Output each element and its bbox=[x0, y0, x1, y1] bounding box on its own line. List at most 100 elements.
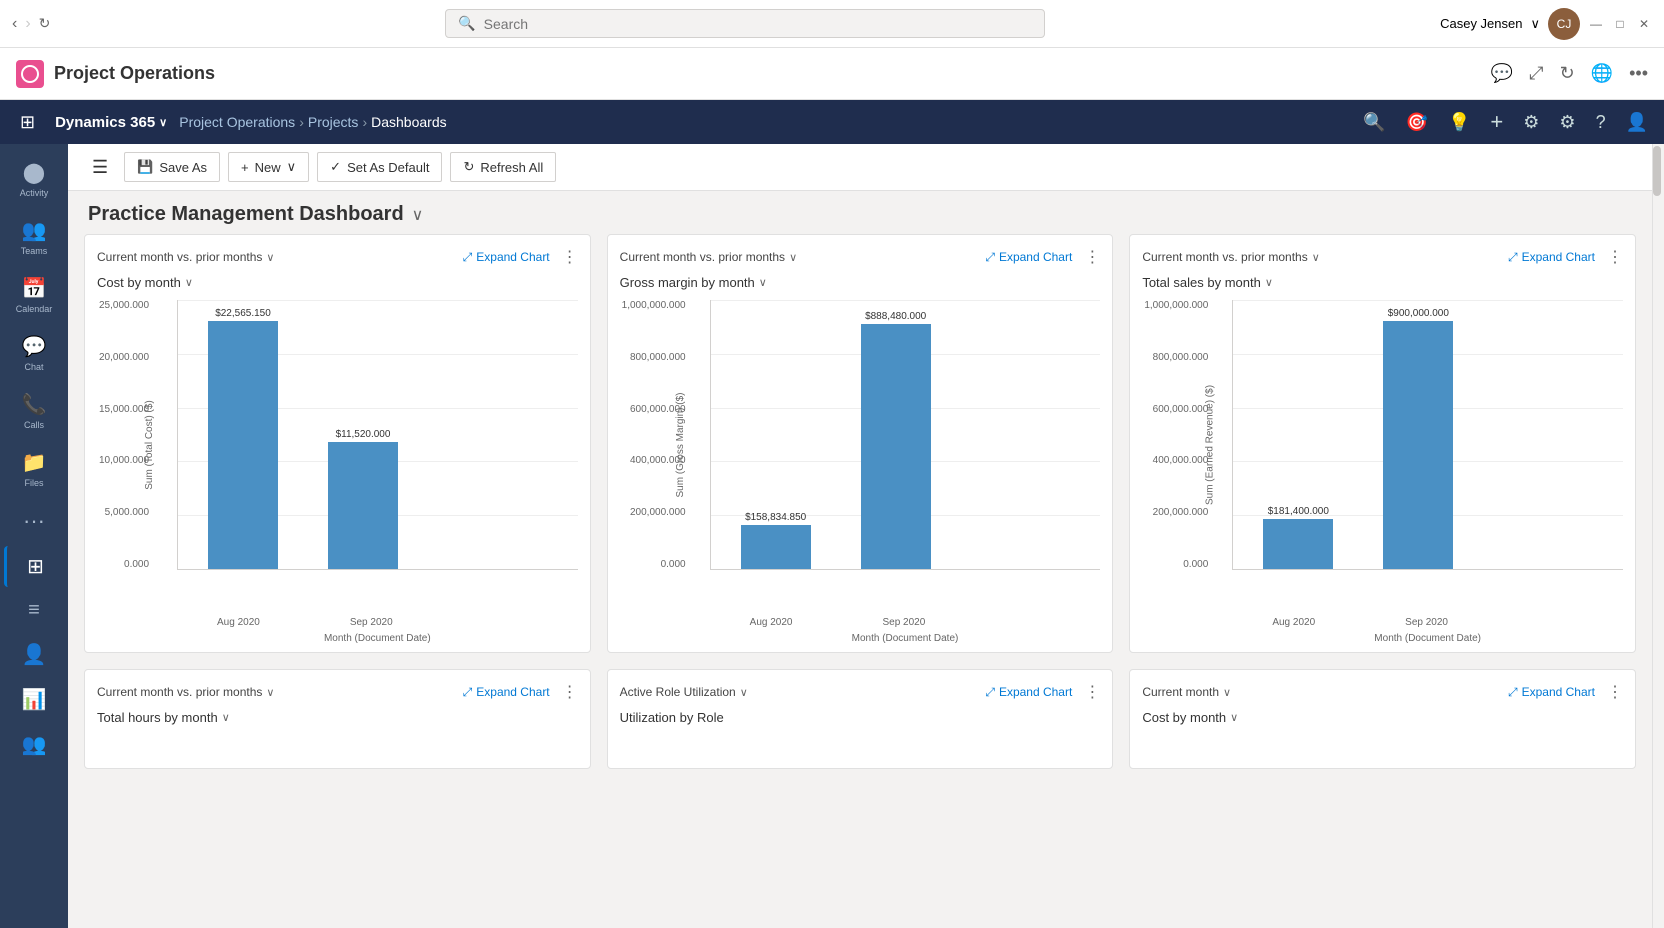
more-btn-3[interactable]: ⋮ bbox=[1607, 247, 1623, 267]
more-btn-4[interactable]: ⋮ bbox=[562, 682, 578, 702]
sidebar-item-chat[interactable]: 💬 Chat bbox=[4, 326, 64, 380]
expand-btn-6[interactable]: ⤢ Expand Chart bbox=[1508, 685, 1595, 700]
chart-filter-3[interactable]: Current month vs. prior months ∨ bbox=[1142, 250, 1319, 264]
title-bar: ‹ › ↻ 🔍 Casey Jensen ∨ CJ — □ ✕ bbox=[0, 0, 1664, 48]
bar-aug-3[interactable] bbox=[1263, 519, 1333, 569]
scrollbar[interactable] bbox=[1652, 144, 1664, 928]
chart-filter-label-5: Active Role Utilization bbox=[620, 685, 736, 699]
nav-grid-btn[interactable]: ⊞ bbox=[12, 108, 43, 137]
nav-user-icon[interactable]: 👤 bbox=[1622, 108, 1652, 137]
chart-filter-6[interactable]: Current month ∨ bbox=[1142, 685, 1231, 699]
back-btn[interactable]: ‹ bbox=[12, 15, 17, 33]
chart-filter-4[interactable]: Current month vs. prior months ∨ bbox=[97, 685, 274, 699]
sidebar-item-list[interactable]: ≡ bbox=[4, 591, 64, 630]
chart-filter-2[interactable]: Current month vs. prior months ∨ bbox=[620, 250, 797, 264]
expand-btn-4[interactable]: ⤢ Expand Chart bbox=[463, 685, 550, 700]
sidebar-item-dashboard[interactable]: ⊞ bbox=[4, 546, 64, 587]
breadcrumb-project-ops[interactable]: Project Operations bbox=[179, 114, 295, 130]
bar-aug-1[interactable] bbox=[208, 321, 278, 569]
sidebar-item-calendar[interactable]: 📅 Calendar bbox=[4, 268, 64, 322]
x-label-aug-3: Aug 2020 bbox=[1272, 617, 1315, 628]
hamburger-btn[interactable]: ☰ bbox=[84, 153, 116, 182]
sidebar-item-files[interactable]: 📁 Files bbox=[4, 442, 64, 496]
sidebar-label-teams: Teams bbox=[21, 246, 48, 256]
user-info[interactable]: Casey Jensen ∨ CJ bbox=[1440, 8, 1580, 40]
minimize-btn[interactable]: — bbox=[1588, 16, 1604, 32]
expand-btn-2[interactable]: ⤢ Expand Chart bbox=[985, 250, 1072, 265]
more-btn-2[interactable]: ⋮ bbox=[1084, 247, 1100, 267]
sidebar: ⬤ Activity 👥 Teams 📅 Calendar 💬 Chat 📞 C… bbox=[0, 144, 68, 928]
breadcrumb-sep2: › bbox=[362, 114, 367, 130]
nav-settings-icon[interactable]: ⚙ bbox=[1555, 108, 1579, 137]
globe-icon[interactable]: 🌐 bbox=[1591, 63, 1613, 84]
nav-brand[interactable]: Dynamics 365 ∨ bbox=[47, 110, 175, 135]
chart-subheader-1: Cost by month ∨ bbox=[97, 275, 578, 290]
sidebar-item-calls[interactable]: 📞 Calls bbox=[4, 384, 64, 438]
set-as-default-btn[interactable]: ✓ Set As Default bbox=[317, 152, 442, 182]
x-axis-title-2: Month (Document Date) bbox=[710, 633, 1101, 644]
chart-sub-chevron-4[interactable]: ∨ bbox=[222, 711, 230, 724]
forward-btn[interactable]: › bbox=[25, 15, 30, 33]
bar-sep-3[interactable] bbox=[1383, 321, 1453, 569]
scroll-thumb[interactable] bbox=[1653, 146, 1661, 196]
bar-sep-2[interactable] bbox=[861, 324, 931, 569]
nav-bar: ⊞ Dynamics 365 ∨ Project Operations › Pr… bbox=[0, 100, 1664, 144]
sidebar-item-activity[interactable]: ⬤ Activity bbox=[4, 152, 64, 206]
breadcrumb-projects[interactable]: Projects bbox=[308, 114, 359, 130]
sidebar-item-group[interactable]: 👥 bbox=[4, 724, 64, 765]
bar-sep-1[interactable] bbox=[328, 442, 398, 569]
chart-subheader-2: Gross margin by month ∨ bbox=[620, 275, 1101, 290]
more-icon[interactable]: ••• bbox=[1629, 63, 1648, 84]
chart-header-right-2: ⤢ Expand Chart ⋮ bbox=[985, 247, 1100, 267]
more-apps-btn[interactable]: ··· bbox=[15, 500, 53, 542]
nav-bulb-icon[interactable]: 💡 bbox=[1444, 108, 1474, 137]
chart-filter-1[interactable]: Current month vs. prior months ∨ bbox=[97, 250, 274, 264]
sidebar-item-report[interactable]: 📊 bbox=[4, 679, 64, 720]
refresh-all-btn[interactable]: ↻ Refresh All bbox=[450, 152, 556, 182]
expand-btn-1[interactable]: ⤢ Expand Chart bbox=[463, 250, 550, 265]
expand-btn-3[interactable]: ⤢ Expand Chart bbox=[1508, 250, 1595, 265]
maximize-btn[interactable]: □ bbox=[1612, 16, 1628, 32]
x-labels-1: Aug 2020 Sep 2020 bbox=[177, 617, 578, 628]
nav-search-icon[interactable]: 🔍 bbox=[1359, 108, 1389, 137]
expand-icon[interactable]: ⤢ bbox=[1529, 63, 1543, 84]
close-btn[interactable]: ✕ bbox=[1636, 16, 1652, 32]
more-btn-1[interactable]: ⋮ bbox=[562, 247, 578, 267]
new-btn[interactable]: + New ∨ bbox=[228, 152, 309, 182]
app-logo bbox=[16, 60, 44, 88]
nav-target-icon[interactable]: 🎯 bbox=[1402, 108, 1432, 137]
more-btn-6[interactable]: ⋮ bbox=[1607, 682, 1623, 702]
new-chevron-icon: ∨ bbox=[287, 159, 297, 175]
chart-sub-chevron-3[interactable]: ∨ bbox=[1265, 276, 1273, 289]
chart-sub-chevron-6[interactable]: ∨ bbox=[1230, 711, 1238, 724]
chart-subheader-5: Utilization by Role bbox=[620, 710, 1101, 725]
expand-btn-5[interactable]: ⤢ Expand Chart bbox=[985, 685, 1072, 700]
chart-sub-chevron-1[interactable]: ∨ bbox=[185, 276, 193, 289]
y-axis-title-3: Sum (Earned Revenue) ($) bbox=[1205, 385, 1216, 505]
dashboard-chevron[interactable]: ∨ bbox=[412, 205, 424, 225]
bar-group-aug-3: $181,400.000 bbox=[1263, 506, 1333, 569]
title-bar-right: Casey Jensen ∨ CJ — □ ✕ bbox=[1440, 8, 1652, 40]
search-input[interactable] bbox=[484, 16, 1033, 32]
chart-header-right-3: ⤢ Expand Chart ⋮ bbox=[1508, 247, 1623, 267]
sidebar-item-teams[interactable]: 👥 Teams bbox=[4, 210, 64, 264]
bar-aug-2[interactable] bbox=[741, 525, 811, 569]
dashboard-grid: Current month vs. prior months ∨ ⤢ Expan… bbox=[68, 234, 1652, 785]
chat-icon[interactable]: 💬 bbox=[1491, 63, 1513, 84]
nav-filter-icon[interactable]: ⚙ bbox=[1519, 108, 1543, 137]
chart-filter-label-4: Current month vs. prior months bbox=[97, 685, 262, 699]
app-header: Project Operations 💬 ⤢ ↻ 🌐 ••• bbox=[0, 48, 1664, 100]
nav-help-icon[interactable]: ? bbox=[1592, 108, 1610, 137]
x-label-sep-2: Sep 2020 bbox=[882, 617, 925, 628]
refresh-btn[interactable]: ↻ bbox=[39, 15, 51, 32]
chart-sub-chevron-2[interactable]: ∨ bbox=[759, 276, 767, 289]
chart-card-2: Current month vs. prior months ∨ ⤢ Expan… bbox=[607, 234, 1114, 653]
search-bar[interactable]: 🔍 bbox=[445, 9, 1045, 38]
chart-header-3: Current month vs. prior months ∨ ⤢ Expan… bbox=[1142, 247, 1623, 267]
more-btn-5[interactable]: ⋮ bbox=[1084, 682, 1100, 702]
chart-filter-5[interactable]: Active Role Utilization ∨ bbox=[620, 685, 748, 699]
nav-add-icon[interactable]: + bbox=[1486, 105, 1507, 139]
sync-icon[interactable]: ↻ bbox=[1560, 63, 1575, 84]
sidebar-item-person[interactable]: 👤 bbox=[4, 634, 64, 675]
save-as-btn[interactable]: 💾 Save As bbox=[124, 152, 220, 182]
